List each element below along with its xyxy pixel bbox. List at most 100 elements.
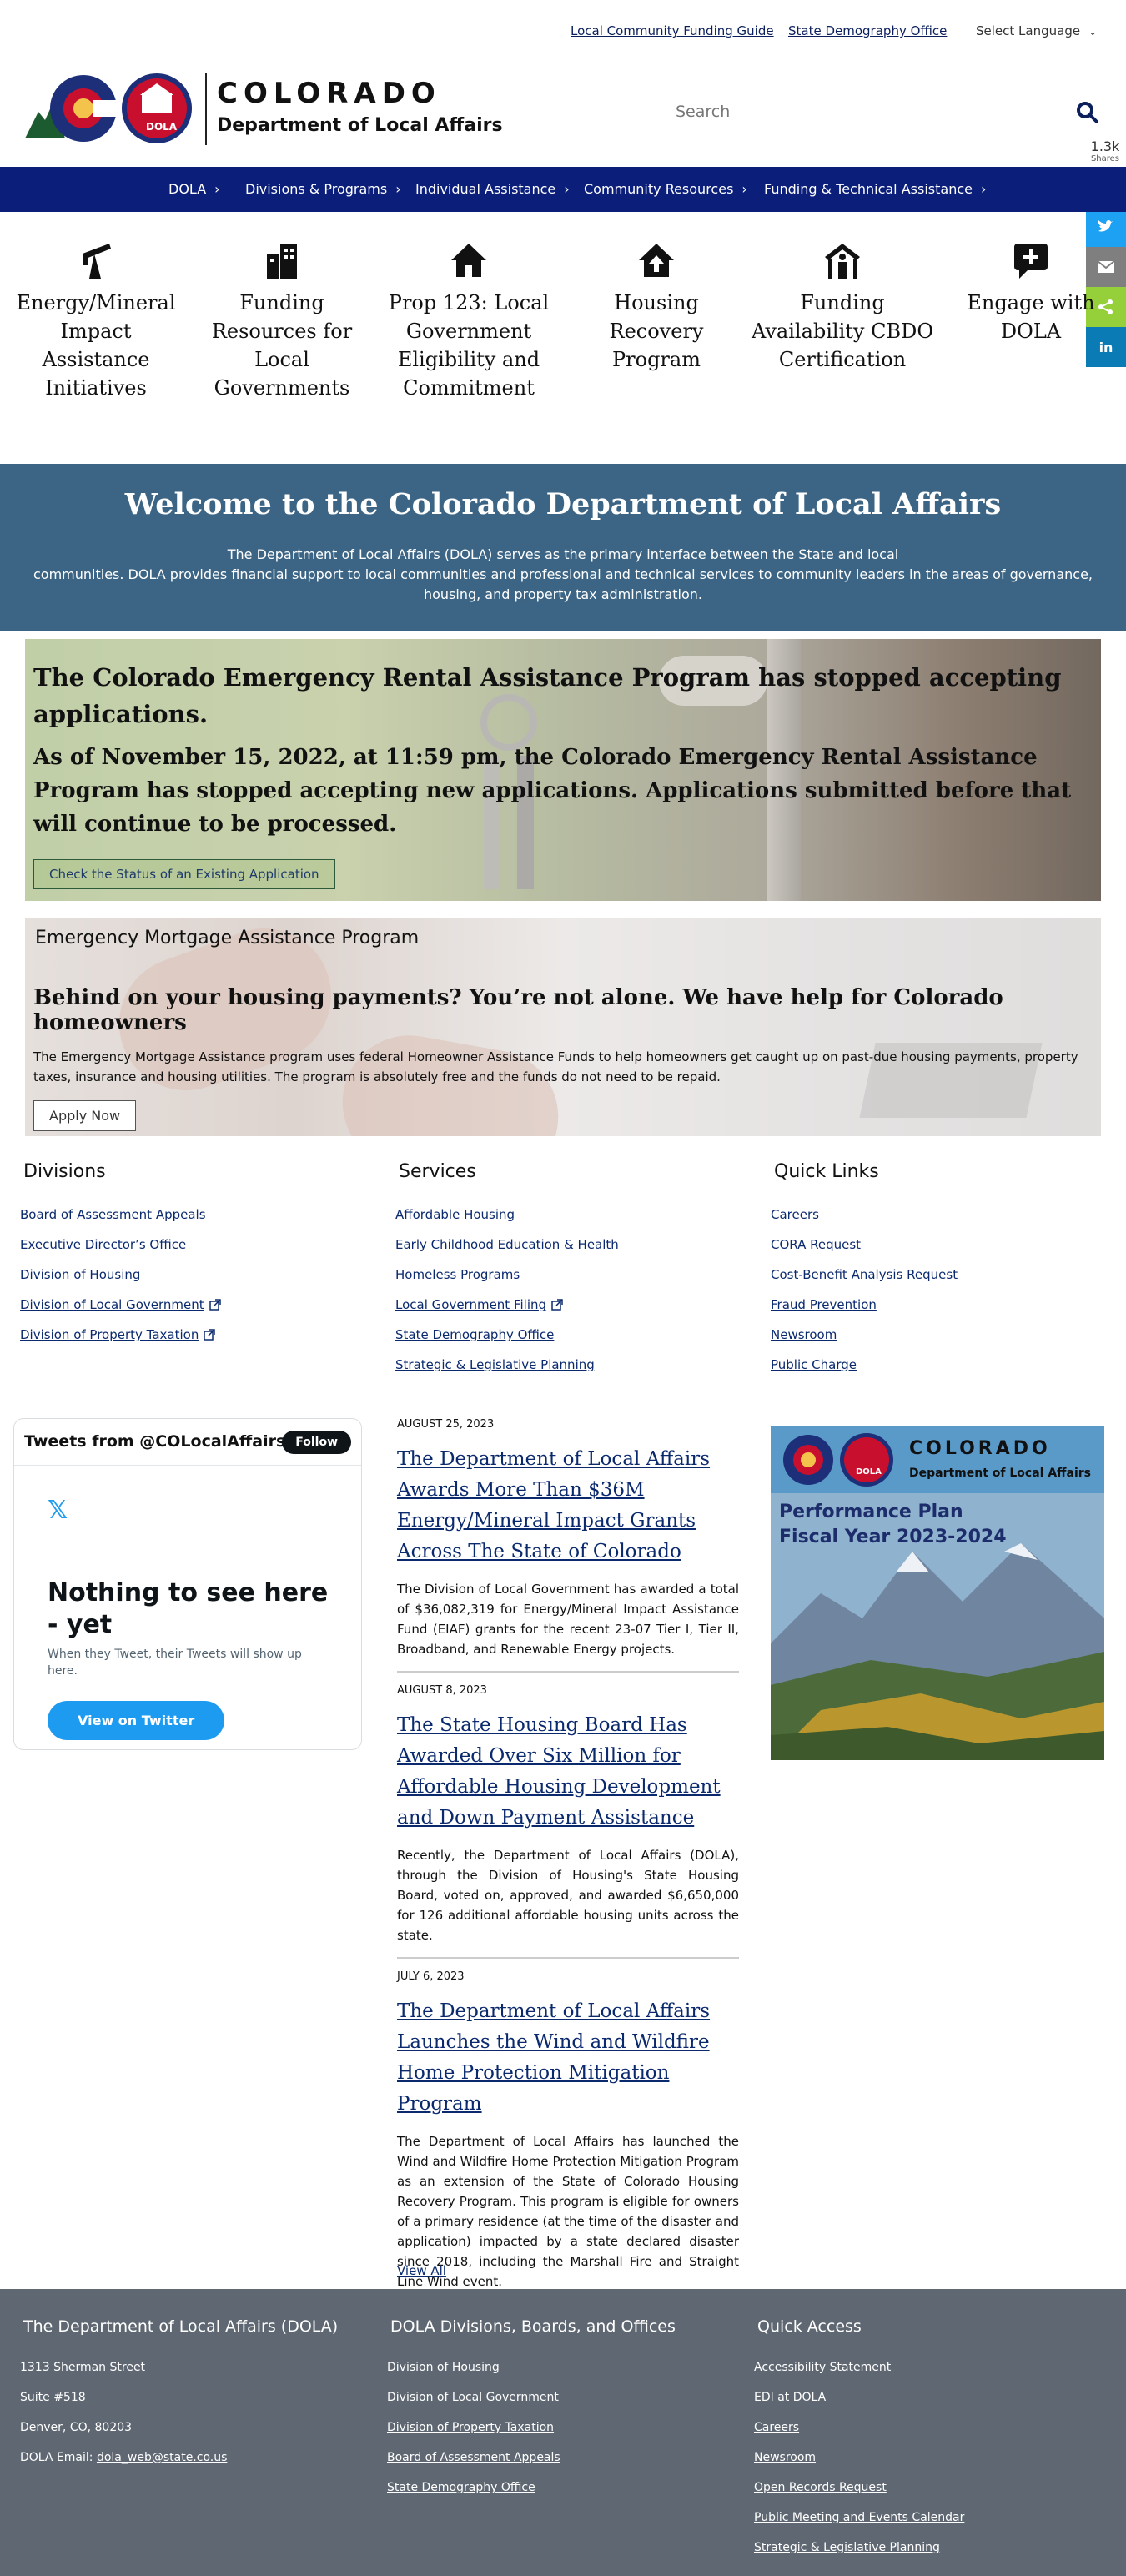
division-link[interactable]: Division of Property Taxation <box>20 1327 199 1342</box>
check-status-button[interactable]: Check the Status of an Existing Applicat… <box>33 859 335 889</box>
service-link[interactable]: Affordable Housing <box>395 1207 515 1222</box>
tile-prop-123[interactable]: Prop 123: Local Government Eligibility a… <box>377 242 560 402</box>
chevron-right-icon: › <box>980 181 987 197</box>
news-summary: The Division of Local Government has awa… <box>397 1582 739 1657</box>
news-title-link[interactable]: The Department of Local Affairs Awards M… <box>397 1444 739 1567</box>
footer-address-line: Denver, CO, 80203 <box>20 2421 133 2434</box>
quick-link[interactable]: Cost-Benefit Analysis Request <box>771 1267 958 1282</box>
service-link[interactable]: Strategic & Legislative Planning <box>395 1357 595 1372</box>
twitter-follow-button[interactable]: Follow <box>282 1431 351 1454</box>
twitter-share-button[interactable] <box>1086 207 1126 247</box>
footer-link[interactable]: Open Records Request <box>754 2481 887 2494</box>
tile-engage-dola[interactable]: Engage with DOLA <box>939 242 1123 345</box>
plan-title-line-2: Fiscal Year 2023-2024 <box>779 1527 1007 1547</box>
news-item: JULY 6, 2023 The Department of Local Aff… <box>397 1970 739 2305</box>
service-link[interactable]: State Demography Office <box>395 1327 554 1342</box>
view-all-news-link[interactable]: View All <box>397 2263 446 2278</box>
footer-dola-column: The Department of Local Affairs (DOLA) 1… <box>20 2317 370 2481</box>
house-recovery-icon <box>639 244 674 277</box>
list-item: Division of Local Government <box>20 1297 370 1327</box>
news-title-link[interactable]: The State Housing Board Has Awarded Over… <box>397 1710 739 1834</box>
search-icon <box>1077 101 1098 123</box>
quick-link[interactable]: Newsroom <box>771 1327 837 1342</box>
chat-plus-icon <box>1014 244 1048 279</box>
footer-link[interactable]: Division of Local Government <box>387 2391 559 2404</box>
list-item: Open Records Request <box>754 2481 1104 2511</box>
quick-link[interactable]: Public Charge <box>771 1357 857 1372</box>
footer-link[interactable]: Careers <box>754 2421 799 2434</box>
footer-link[interactable]: Public Meeting and Events Calendar <box>754 2511 964 2524</box>
list-item: Homeless Programs <box>395 1267 746 1297</box>
view-on-twitter-button[interactable]: View on Twitter <box>48 1701 225 1740</box>
footer-link[interactable]: Division of Property Taxation <box>387 2421 554 2434</box>
service-link[interactable]: Local Government Filing <box>395 1297 546 1312</box>
colorado-dola-logo[interactable]: DOLA <box>23 70 199 147</box>
tile-label: Engage with DOLA <box>967 291 1095 343</box>
news-date: AUGUST 8, 2023 <box>397 1684 487 1697</box>
footer-email-link[interactable]: dola_web@state.co.us <box>97 2451 227 2464</box>
list-item: Cost-Benefit Analysis Request <box>771 1267 1121 1297</box>
list-item: Division of Property Taxation <box>20 1327 370 1357</box>
quick-link[interactable]: Careers <box>771 1207 819 1222</box>
tile-label: Energy/Mineral Impact Assistance Initiat… <box>16 291 176 400</box>
demography-link[interactable]: State Demography Office <box>788 23 947 38</box>
performance-plan-banner[interactable]: DOLA COLORADO Department of Local Affair… <box>771 1426 1104 1760</box>
list-item: CORA Request <box>771 1237 1121 1267</box>
footer-divisions-heading: DOLA Divisions, Boards, and Offices <box>390 2317 676 2336</box>
search-input[interactable] <box>676 95 1059 128</box>
news-summary: Recently, the Department of Local Affair… <box>397 1848 739 1943</box>
plan-brand-title: COLORADO <box>909 1438 1051 1459</box>
footer-quick-column: Quick Access Accessibility Statement EDI… <box>754 2317 1104 2571</box>
share-count: 1.3k Shares <box>1084 138 1126 164</box>
welcome-title: Welcome to the Colorado Department of Lo… <box>124 487 1002 521</box>
news-title-link[interactable]: The Department of Local Affairs Launches… <box>397 1996 739 2120</box>
share-count-value: 1.3k <box>1090 138 1120 154</box>
tile-energy-mineral[interactable]: Energy/Mineral Impact Assistance Initiat… <box>4 242 188 402</box>
welcome-line-2: communities. DOLA provides financial sup… <box>33 566 1093 602</box>
footer-email-line: DOLA Email: dola_web@state.co.us <box>20 2451 370 2481</box>
nav-item-divisions[interactable]: Divisions & Programs › <box>245 181 401 197</box>
footer-link[interactable]: Division of Housing <box>387 2361 500 2374</box>
language-select-label: Select Language <box>976 23 1081 38</box>
person-house-icon <box>825 244 860 279</box>
tile-funding-resources[interactable]: Funding Resources for Local Governments <box>190 242 374 402</box>
mortgage-heading: Behind on your housing payments? You’re … <box>33 985 1003 1035</box>
service-link[interactable]: Homeless Programs <box>395 1267 520 1282</box>
quick-link[interactable]: CORA Request <box>771 1237 861 1252</box>
footer-link[interactable]: Newsroom <box>754 2451 816 2464</box>
division-link[interactable]: Board of Assessment Appeals <box>20 1207 206 1222</box>
nav-item-community[interactable]: Community Resources › <box>584 181 747 197</box>
tile-housing-recovery[interactable]: Housing Recovery Program <box>565 242 748 374</box>
tile-funding-cbdo[interactable]: Funding Availability CBDO Certification <box>751 242 934 374</box>
nav-item-label: Funding & Technical Assistance <box>764 181 973 197</box>
service-link[interactable]: Early Childhood Education & Health <box>395 1237 619 1252</box>
plan-badge-text: DOLA <box>856 1467 882 1477</box>
language-select[interactable]: Select Language ⌄ <box>976 23 1097 38</box>
news-date: JULY 6, 2023 <box>397 1970 465 1983</box>
nav-item-funding[interactable]: Funding & Technical Assistance › <box>764 181 986 197</box>
house-icon <box>451 244 486 277</box>
list-item: Accessibility Statement <box>754 2361 1104 2391</box>
division-link[interactable]: Division of Local Government <box>20 1297 204 1312</box>
search-button[interactable] <box>1074 100 1101 127</box>
footer-link[interactable]: Board of Assessment Appeals <box>387 2451 560 2464</box>
nav-item-individual[interactable]: Individual Assistance › <box>415 181 570 197</box>
twitter-empty-subtitle: When they Tweet, their Tweets will show … <box>48 1648 302 1678</box>
footer-link[interactable]: Strategic & Legislative Planning <box>754 2541 940 2554</box>
funding-guide-link[interactable]: Local Community Funding Guide <box>571 23 774 38</box>
footer-link[interactable]: EDI at DOLA <box>754 2391 826 2404</box>
rental-assistance-banner: The Colorado Emergency Rental Assistance… <box>25 639 1101 901</box>
footer-link[interactable]: State Demography Office <box>387 2481 535 2494</box>
quick-links-column: Quick Links Careers CORA Request Cost-Be… <box>771 1161 1121 1387</box>
list-item: Board of Assessment Appeals <box>20 1207 370 1237</box>
quick-link[interactable]: Fraud Prevention <box>771 1297 877 1312</box>
division-link[interactable]: Division of Housing <box>20 1267 140 1282</box>
performance-plan-header: DOLA COLORADO Department of Local Affair… <box>771 1426 1104 1493</box>
division-link[interactable]: Executive Director’s Office <box>20 1237 186 1252</box>
nav-item-dola[interactable]: DOLA › <box>168 181 220 197</box>
x-logo-icon: 𝕏 <box>48 1496 68 1525</box>
main-nav: DOLA › Divisions & Programs › Individual A… <box>0 167 1126 212</box>
footer-link[interactable]: Accessibility Statement <box>754 2361 891 2374</box>
apply-now-button[interactable]: Apply Now <box>33 1100 137 1131</box>
list-item: Public Meeting and Events Calendar <box>754 2511 1104 2541</box>
